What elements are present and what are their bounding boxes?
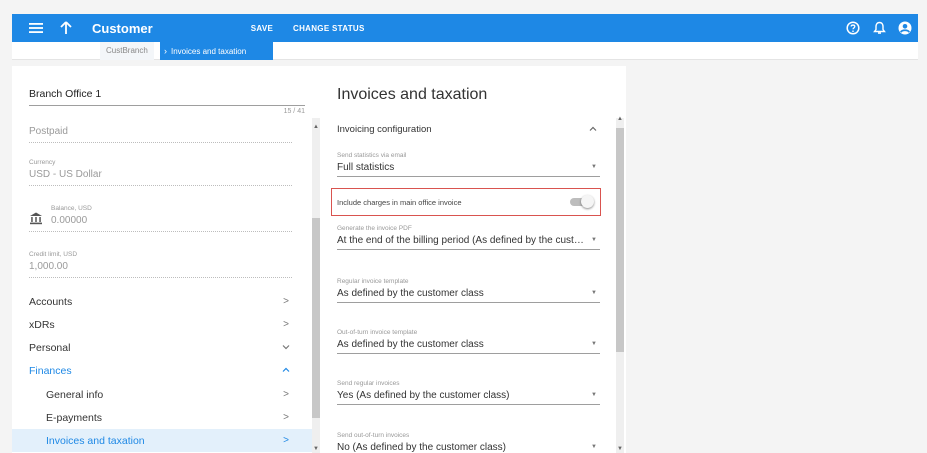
bell-icon[interactable]: [866, 14, 892, 42]
field-value: At the end of the billing period (As def…: [337, 235, 600, 246]
field-value: No (As defined by the customer class): [337, 442, 506, 453]
generate-pdf-select[interactable]: Generate the invoice PDF At the end of t…: [337, 225, 600, 250]
send-regular-invoices-select[interactable]: Send regular invoices Yes (As defined by…: [337, 380, 600, 405]
nav-label: Finances: [29, 364, 72, 377]
chevron-right-icon: >: [283, 435, 289, 446]
section-title: Invoicing configuration: [337, 124, 432, 135]
nav-label: Personal: [29, 341, 71, 354]
nav-label: Accounts: [29, 295, 73, 308]
app-header: Customer SAVE CHANGE STATUS: [12, 14, 918, 42]
balance-field: Balance, USD 0.00000: [29, 205, 292, 232]
nav-label: E-payments: [46, 411, 103, 424]
include-charges-label: Include charges in main office invoice: [337, 197, 462, 207]
branch-name-value[interactable]: Branch Office 1: [29, 88, 305, 106]
breadcrumb-item-current: › Invoices and taxation: [160, 42, 273, 60]
nav-item-invoices-and-taxation[interactable]: Invoices and taxation >: [12, 429, 312, 452]
include-charges-toggle[interactable]: [570, 195, 594, 208]
nav-item-e-payments[interactable]: E-payments >: [12, 406, 312, 429]
chevron-right-icon: >: [283, 412, 289, 423]
billing-type-value: Postpaid: [29, 126, 68, 137]
currency-field: Currency USD - US Dollar: [29, 159, 292, 186]
breadcrumb: CustBranch › Invoices and taxation: [12, 42, 918, 60]
section-page-title: Invoices and taxation: [337, 86, 488, 103]
chevron-right-icon: >: [283, 389, 289, 400]
field-value: Yes (As defined by the customer class): [337, 390, 510, 401]
main-panel: Invoices and taxation Invoicing configur…: [320, 66, 626, 453]
dropdown-arrow-icon: ▼: [591, 164, 597, 170]
page-title: Customer: [92, 20, 153, 36]
nav-item-finances[interactable]: Finances: [12, 359, 312, 382]
chevron-right-icon: >: [283, 319, 289, 330]
field-value: Full statistics: [337, 162, 395, 173]
send-out-of-turn-invoices-select[interactable]: Send out-of-turn invoices No (As defined…: [337, 432, 600, 453]
chevron-down-icon: [280, 342, 292, 353]
change-status-button[interactable]: CHANGE STATUS: [293, 24, 365, 33]
balance-label: Balance, USD: [51, 205, 92, 212]
account-icon[interactable]: [892, 14, 918, 42]
chevron-up-icon[interactable]: [589, 124, 597, 134]
branch-name-field[interactable]: Branch Office 1 15 / 41: [29, 88, 305, 115]
bank-icon: [29, 211, 45, 227]
field-label: Send statistics via email: [337, 152, 407, 159]
breadcrumb-current-label: Invoices and taxation: [171, 47, 247, 56]
char-counter: 15 / 41: [283, 108, 305, 115]
dropdown-arrow-icon: ▼: [591, 444, 597, 450]
breadcrumb-item-custbranch[interactable]: CustBranch: [100, 42, 154, 60]
chevron-up-icon: [280, 365, 292, 376]
chevron-right-icon: >: [283, 296, 289, 307]
scroll-down-icon[interactable]: ▼: [312, 446, 320, 452]
nav-label: General info: [46, 388, 104, 401]
currency-label: Currency: [29, 159, 56, 166]
nav-item-general-info[interactable]: General info >: [12, 383, 312, 406]
chevron-right-icon: ›: [164, 46, 167, 56]
out-of-turn-template-select[interactable]: Out-of-turn invoice template As defined …: [337, 329, 600, 354]
menu-icon[interactable]: [24, 14, 48, 42]
nav-item-xdrs[interactable]: xDRs >: [12, 313, 312, 336]
field-label: Send regular invoices: [337, 380, 400, 387]
field-label: Regular invoice template: [337, 278, 409, 285]
arrow-up-icon[interactable]: [54, 14, 78, 42]
nav-item-personal[interactable]: Personal: [12, 336, 312, 359]
field-label: Send out-of-turn invoices: [337, 432, 410, 439]
left-panel: Branch Office 1 15 / 41 Postpaid Currenc…: [12, 66, 320, 453]
dropdown-arrow-icon: ▼: [591, 290, 597, 296]
nav-label: Invoices and taxation: [46, 434, 145, 447]
dropdown-arrow-icon: ▼: [591, 341, 597, 347]
credit-limit-value: 1,000.00: [29, 261, 68, 272]
main-scrollbar[interactable]: ▲ ▼: [616, 116, 624, 453]
credit-limit-label: Credit limit, USD: [29, 251, 78, 258]
field-label: Out-of-turn invoice template: [337, 329, 418, 336]
currency-value: USD - US Dollar: [29, 169, 102, 180]
left-scrollbar[interactable]: ▲ ▼: [312, 118, 320, 453]
scrollbar-thumb[interactable]: [616, 128, 624, 352]
field-value: As defined by the customer class: [337, 288, 484, 299]
save-button[interactable]: SAVE: [237, 24, 287, 33]
scrollbar-thumb[interactable]: [312, 218, 320, 418]
credit-limit-field: Credit limit, USD 1,000.00: [29, 251, 292, 278]
help-icon[interactable]: [840, 14, 866, 42]
field-label: Generate the invoice PDF: [337, 225, 412, 232]
field-value: As defined by the customer class: [337, 339, 484, 350]
dropdown-arrow-icon: ▼: [591, 392, 597, 398]
scroll-up-icon[interactable]: ▲: [312, 124, 320, 130]
dropdown-arrow-icon: ▼: [591, 237, 597, 243]
scroll-up-icon[interactable]: ▲: [616, 116, 624, 122]
invoicing-config-header[interactable]: Invoicing configuration: [337, 124, 599, 135]
billing-type-field: Postpaid: [29, 126, 292, 143]
regular-template-select[interactable]: Regular invoice template As defined by t…: [337, 278, 600, 303]
scroll-down-icon[interactable]: ▼: [616, 446, 624, 452]
nav-label: xDRs: [29, 318, 55, 331]
toggle-knob: [581, 195, 594, 208]
send-statistics-select[interactable]: Send statistics via email Full statistic…: [337, 152, 600, 177]
include-charges-row: Include charges in main office invoice: [331, 188, 601, 216]
nav-item-accounts[interactable]: Accounts >: [12, 290, 312, 313]
header-actions: [840, 14, 918, 42]
balance-value: 0.00000: [51, 215, 88, 226]
